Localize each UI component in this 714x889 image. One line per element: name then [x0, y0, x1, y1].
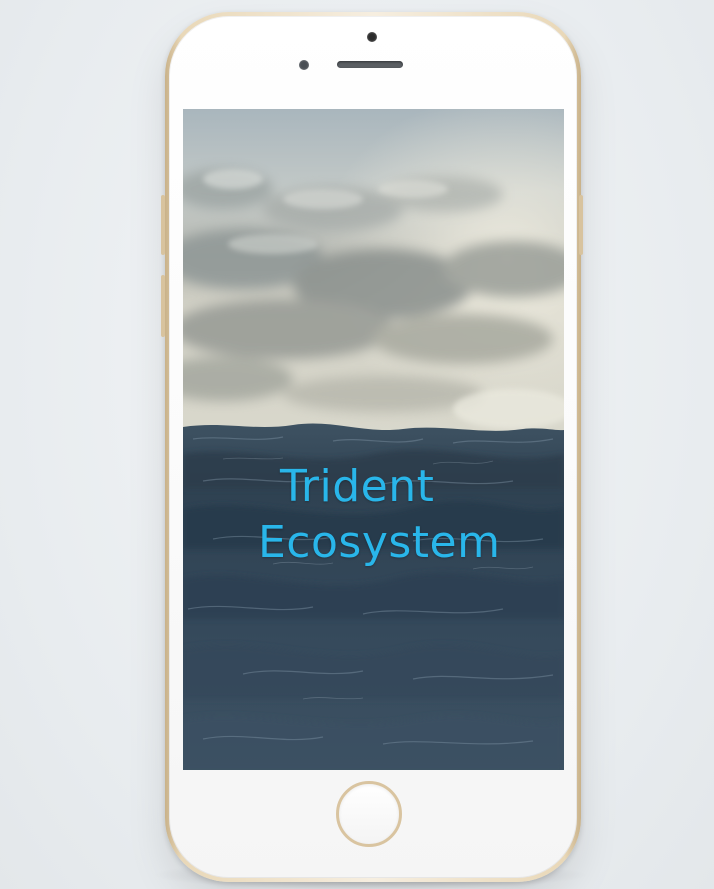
power-button[interactable] — [579, 195, 583, 255]
volume-up-button[interactable] — [161, 275, 165, 337]
front-camera-icon — [367, 32, 377, 42]
ocean-background-image — [183, 109, 564, 770]
mute-switch[interactable] — [161, 195, 165, 255]
splash-title: Trident Ecosystem — [253, 459, 553, 571]
title-line-trident: Trident — [280, 461, 435, 512]
mockup-stage: Trident Ecosystem — [0, 0, 714, 889]
proximity-sensor-icon — [299, 60, 309, 70]
earpiece-speaker-icon — [337, 61, 403, 68]
home-button[interactable] — [336, 781, 402, 847]
title-line-ecosystem: Ecosystem — [258, 517, 501, 568]
phone-screen[interactable]: Trident Ecosystem — [183, 109, 564, 770]
